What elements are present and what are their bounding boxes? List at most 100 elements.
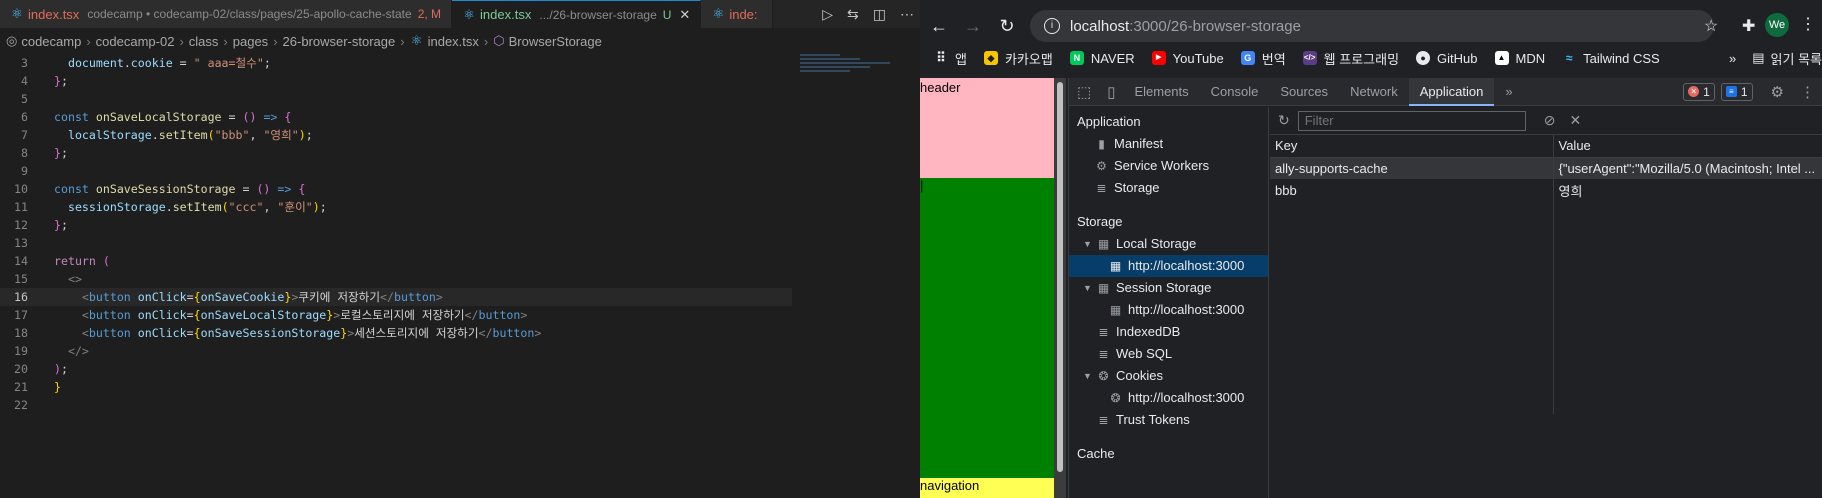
tab-application[interactable]: Application — [1408, 77, 1495, 106]
more-tabs-button[interactable]: » — [1494, 78, 1523, 106]
page-scrollbar[interactable] — [1054, 78, 1066, 498]
sidebar-item-trust-tokens[interactable]: ≣ Trust Tokens — [1069, 409, 1268, 431]
youtube-icon: ▶ — [1151, 51, 1166, 65]
cell-value[interactable]: {"userAgent":"Mozilla/5.0 (Macintosh; In… — [1553, 157, 1822, 179]
sidebar-item-storage[interactable]: ≣ Storage — [1069, 177, 1268, 199]
expand-arrow-icon[interactable]: ▼ — [1083, 277, 1093, 299]
table-grid-icon: ▦ — [1097, 236, 1110, 251]
table-grid-icon: ▦ — [1109, 302, 1122, 317]
breadcrumb-item[interactable]: class — [189, 34, 219, 49]
sidebar-item-local-origin[interactable]: ▦ http://localhost:3000 — [1069, 255, 1268, 277]
filter-input[interactable] — [1297, 110, 1526, 131]
bookmark-label: 카카오맵 — [1004, 51, 1053, 67]
back-icon[interactable]: ← — [922, 16, 956, 37]
devtools-menu-icon[interactable]: ⋮ — [1792, 83, 1822, 101]
sidebar-item-session-storage[interactable]: ▼ ▦ Session Storage — [1069, 277, 1268, 299]
cache-heading: Cache — [1077, 446, 1115, 461]
sidebar-item-cookies-origin[interactable]: ❂ http://localhost:3000 — [1069, 387, 1268, 409]
table-row[interactable]: ally-supports-cache {"userAgent":"Mozill… — [1270, 157, 1822, 179]
expand-arrow-icon[interactable]: ▼ — [1083, 365, 1093, 387]
code-editor[interactable]: 3 document.cookie = " aaa=철수"; 4}; 5 6 co… — [0, 54, 800, 414]
inspect-icon[interactable]: ⬚ — [1069, 83, 1099, 101]
breadcrumb-item[interactable]: index.tsx — [428, 34, 479, 49]
tab-elements[interactable]: Elements — [1123, 78, 1199, 106]
sidebar-item-websql[interactable]: ≣ Web SQL — [1069, 343, 1268, 365]
line-number: 17 — [14, 308, 28, 322]
tab-third-index[interactable]: ⚛ inde: — [701, 0, 773, 28]
sidebar-item-indexeddb[interactable]: ≣ IndexedDB — [1069, 321, 1268, 343]
breadcrumb-item[interactable]: codecamp — [21, 34, 81, 49]
split-editor-icon[interactable]: ◫ — [873, 6, 886, 23]
table-row[interactable]: bbb 영희 — [1270, 179, 1822, 201]
message-badge[interactable]: ≡ 1 — [1720, 82, 1753, 101]
tab-browser-storage-index[interactable]: ⚛ index.tsx .../26-browser-storage U ✕ — [452, 0, 702, 28]
breadcrumb-item[interactable]: pages — [233, 34, 268, 49]
bookmark-translate[interactable]: G 번역 — [1240, 49, 1286, 68]
bookmark-kakaomap[interactable]: ◆ 카카오맵 — [983, 49, 1053, 68]
profile-avatar[interactable]: We — [1765, 13, 1789, 37]
tab-sources[interactable]: Sources — [1269, 78, 1339, 106]
bookmark-naver[interactable]: N NAVER — [1069, 51, 1135, 66]
expand-arrow-icon[interactable]: ▼ — [1083, 233, 1093, 255]
breadcrumb-item[interactable]: codecamp-02 — [96, 34, 175, 49]
more-actions-icon[interactable]: ⋯ — [900, 6, 914, 23]
application-heading: Application — [1077, 114, 1141, 129]
sidebar-item-service-workers[interactable]: ⚙ Service Workers — [1069, 155, 1268, 177]
refresh-icon[interactable]: ↻ — [1278, 112, 1290, 129]
column-header-value[interactable]: Value — [1553, 135, 1822, 158]
delete-selected-icon[interactable]: ✕ — [1569, 112, 1581, 129]
compare-icon[interactable]: ⇆ — [847, 6, 859, 23]
close-icon[interactable]: ✕ — [679, 7, 690, 23]
tab-apollo-cache-index[interactable]: ⚛ index.tsx codecamp • codecamp-02/class… — [0, 0, 453, 28]
translate-icon: G — [1240, 51, 1255, 65]
bookmark-apps[interactable]: ⠿ 앱 — [934, 49, 967, 68]
settings-gear-icon[interactable]: ⚙ — [1763, 83, 1792, 101]
more-bookmarks-button[interactable]: » — [1729, 51, 1736, 66]
sidebar-item-manifest[interactable]: ▮ Manifest — [1069, 133, 1268, 155]
cell-value[interactable]: 영희 — [1553, 179, 1822, 201]
column-header-key[interactable]: Key — [1270, 135, 1554, 158]
forward-icon[interactable]: → — [956, 16, 990, 37]
reload-icon[interactable]: ↻ — [990, 16, 1024, 37]
tab-label: index.tsx — [28, 6, 80, 22]
url-host: localhost — [1070, 17, 1130, 35]
clear-all-icon[interactable]: ⊘ — [1544, 112, 1556, 129]
bookmarks-bar: ⠿ 앱 ◆ 카카오맵 N NAVER ▶ YouTube G 번역 </> 웹 프로그래밍 … — [920, 44, 1822, 72]
sidebar-item-label: Web SQL — [1116, 346, 1173, 361]
bookmark-webprogramming[interactable]: </> 웹 프로그래밍 — [1302, 49, 1399, 68]
minimap[interactable] — [800, 54, 904, 94]
sidebar-item-cookies[interactable]: ▼ ❂ Cookies — [1069, 365, 1268, 387]
tab-console[interactable]: Console — [1200, 78, 1270, 106]
page-viewport: header | navigation — [920, 78, 1054, 498]
sidebar-item-local-storage[interactable]: ▼ ▦ Local Storage — [1069, 233, 1268, 255]
extensions-icon[interactable]: ✚ — [1742, 16, 1755, 36]
tab-network[interactable]: Network — [1339, 78, 1409, 106]
error-count: 1 — [1703, 84, 1710, 99]
device-toolbar-icon[interactable]: ▯ — [1099, 83, 1123, 101]
menu-icon[interactable]: ⋮ — [1800, 14, 1816, 34]
tab-description: codecamp • codecamp-02/class/pages/25-ap… — [87, 7, 412, 21]
line-number: 3 — [21, 56, 28, 70]
error-badge[interactable]: ✕ 1 — [1683, 82, 1715, 101]
bookmark-youtube[interactable]: ▶ YouTube — [1151, 51, 1224, 66]
bookmark-tailwind[interactable]: ≈ Tailwind CSS — [1562, 51, 1660, 66]
address-bar[interactable]: i localhost:3000/26-browser-storage — [1030, 10, 1714, 42]
sidebar-item-label: Cookies — [1116, 368, 1163, 383]
reading-list-button[interactable]: 읽기 목록 — [1771, 49, 1822, 68]
run-icon[interactable]: ▷ — [822, 6, 833, 23]
breadcrumb-item[interactable]: 26-browser-storage — [283, 34, 396, 49]
breadcrumb: ◎ codecamp › codecamp-02 › class › pages › 2… — [6, 33, 602, 49]
line-number: 22 — [14, 398, 28, 412]
cell-key[interactable]: ally-supports-cache — [1270, 157, 1554, 179]
line-number: 16 — [14, 290, 28, 304]
site-info-icon[interactable]: i — [1044, 18, 1060, 34]
breadcrumb-item[interactable]: BrowserStorage — [509, 34, 602, 49]
line-number: 7 — [21, 128, 28, 142]
sidebar-item-session-origin[interactable]: ▦ http://localhost:3000 — [1069, 299, 1268, 321]
bookmark-mdn[interactable]: ▲ MDN — [1494, 51, 1545, 66]
bookmark-github[interactable]: ● GitHub — [1416, 51, 1478, 66]
sidebar-item-label: Storage — [1114, 180, 1160, 195]
bookmark-star-icon[interactable]: ☆ — [1704, 16, 1718, 36]
cell-key[interactable]: bbb — [1270, 179, 1554, 201]
bookmark-label: Tailwind CSS — [1583, 50, 1660, 66]
